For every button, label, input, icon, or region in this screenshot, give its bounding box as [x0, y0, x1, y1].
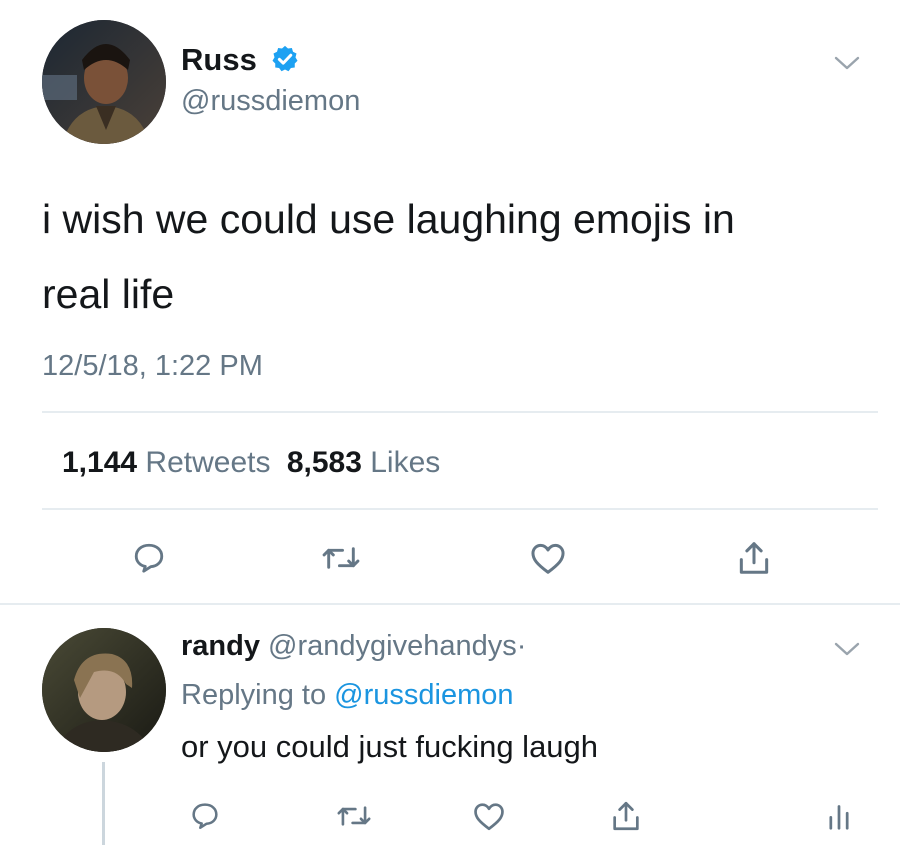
reply-share-button[interactable] [604, 794, 648, 838]
replying-to-link[interactable]: @russdiemon [334, 679, 513, 711]
replying-prefix: Replying to [181, 679, 327, 711]
russ-avatar[interactable] [42, 20, 166, 144]
tweet-text-line-1: i wish we could use laughing emojis in [42, 196, 735, 242]
retweet-icon [321, 540, 361, 576]
divider-top [42, 411, 878, 413]
retweets-label[interactable]: Retweets [145, 446, 270, 479]
reply-reply-button[interactable] [183, 794, 227, 838]
analytics-icon [825, 801, 853, 831]
retweet-icon [336, 800, 372, 832]
heart-icon [529, 540, 567, 576]
likes-label[interactable]: Likes [370, 446, 440, 479]
chevron-down-icon[interactable] [833, 54, 861, 72]
share-icon [735, 539, 773, 577]
randy-avatar[interactable] [42, 628, 166, 752]
heart-icon [472, 800, 506, 832]
share-icon [609, 799, 643, 833]
russ-display-name[interactable]: Russ [181, 42, 257, 78]
divider-middle [42, 508, 878, 510]
russ-handle[interactable]: @russdiemon [181, 85, 360, 118]
tweet-text-line-2: real life [42, 271, 175, 317]
thread-line [102, 762, 105, 845]
retweet-button[interactable] [319, 536, 363, 580]
header-separator: · [516, 630, 527, 662]
tweet-timestamp[interactable]: 12/5/18, 1:22 PM [42, 350, 263, 383]
replying-to-line: Replying to @russdiemon [181, 679, 514, 712]
reply-like-button[interactable] [467, 794, 511, 838]
like-button[interactable] [526, 536, 570, 580]
verified-badge-icon [270, 44, 300, 74]
reply-chevron-down-icon[interactable] [833, 640, 861, 658]
reply-retweet-button[interactable] [332, 794, 376, 838]
reply-icon [131, 540, 167, 576]
randy-handle[interactable]: @randygivehandys [268, 630, 517, 662]
reply-button[interactable] [127, 536, 171, 580]
tweet-stats: 1,144 Retweets 8,583 Likes [62, 446, 440, 480]
randy-display-name[interactable]: randy [181, 630, 260, 662]
reply-analytics-button[interactable] [817, 794, 861, 838]
reply-header: randy @randygivehandys· [181, 630, 526, 663]
retweets-count[interactable]: 1,144 [62, 446, 137, 479]
divider-bottom [0, 603, 900, 605]
likes-count[interactable]: 8,583 [287, 446, 362, 479]
share-button[interactable] [732, 536, 776, 580]
reply-icon [189, 800, 221, 832]
reply-text: or you could just fucking laugh [181, 729, 599, 764]
